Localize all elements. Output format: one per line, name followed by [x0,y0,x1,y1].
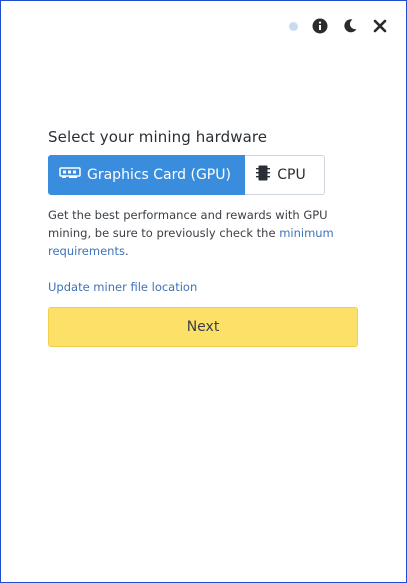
status-dot-icon [289,21,298,31]
gpu-card-icon [59,167,81,183]
gpu-option-button[interactable]: Graphics Card (GPU) [48,155,246,195]
gpu-description: Get the best performance and rewards wit… [48,206,353,260]
cpu-option-button[interactable]: CPU [245,155,325,195]
cpu-option-label: CPU [277,167,306,183]
hardware-toggle: Graphics Card (GPU) CPU [48,155,325,195]
miner-window: Select your mining hardware Graphics Car… [0,0,407,583]
cpu-chip-icon [255,164,271,186]
info-icon[interactable] [312,18,328,34]
gpu-option-label: Graphics Card (GPU) [87,167,231,183]
description-end: . [124,244,129,258]
hardware-selection: Select your mining hardware Graphics Car… [48,128,358,347]
window-controls [289,17,388,35]
close-icon[interactable] [372,18,388,34]
next-button[interactable]: Next [48,307,358,347]
page-title: Select your mining hardware [48,128,268,146]
update-miner-location-link[interactable]: Update miner file location [48,280,197,294]
moon-icon[interactable] [342,18,358,34]
